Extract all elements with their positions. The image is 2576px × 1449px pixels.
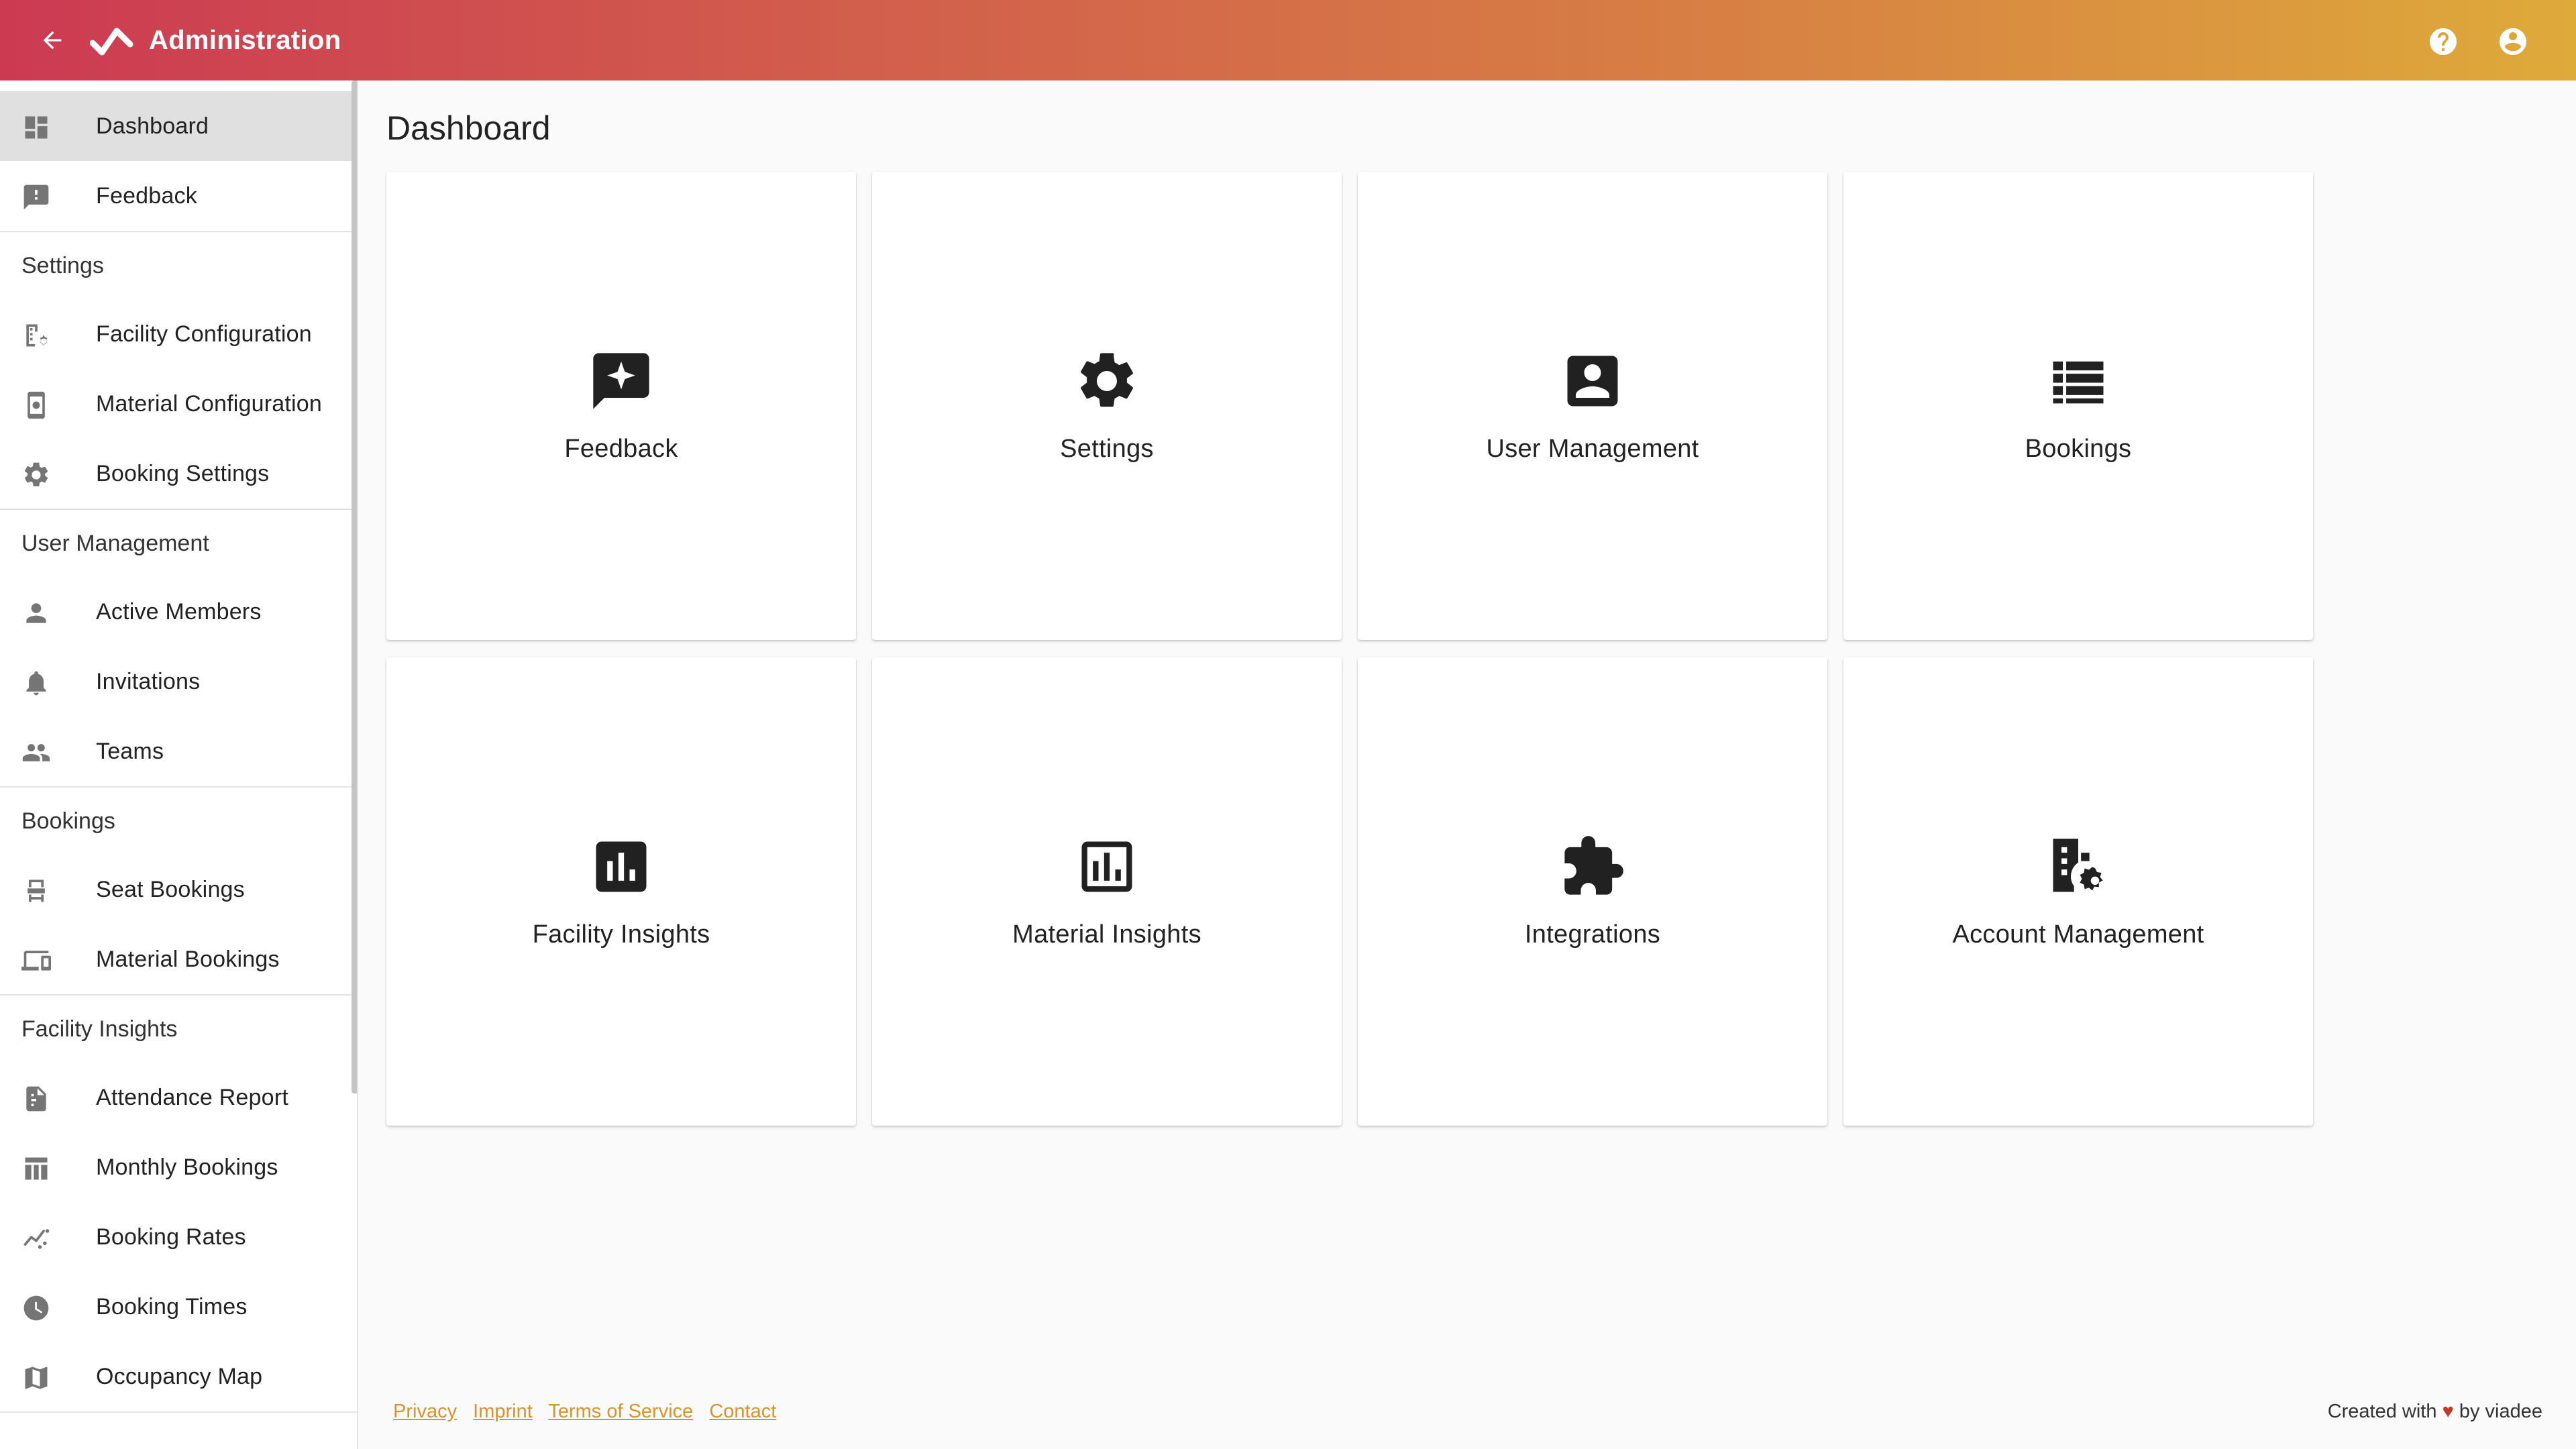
trend-icon (21, 1224, 51, 1253)
devices-icon (21, 946, 51, 975)
people-icon (21, 738, 51, 767)
sidebar-item-label: Material Configuration (96, 390, 323, 417)
card-label: User Management (1486, 435, 1699, 463)
app-logo-icon (90, 28, 133, 56)
building-gear-icon (2045, 833, 2112, 900)
sidebar-item-label: Active Members (96, 598, 262, 625)
sidebar-item-label: Invitations (96, 668, 201, 694)
footer-link-terms[interactable]: Terms of Service (548, 1401, 693, 1422)
credit-prefix: Created with (2327, 1401, 2437, 1422)
footer-credit: Created with ♥ by viadee (2328, 1401, 2542, 1423)
app-title: Administration (149, 25, 341, 55)
page-title: Dashboard (386, 109, 551, 147)
gear-icon (21, 460, 51, 490)
card-label: Account Management (1952, 920, 2204, 949)
map-icon (21, 1363, 51, 1393)
footer-link-contact[interactable]: Contact (709, 1401, 776, 1422)
device-gear-icon (21, 390, 51, 420)
bell-icon (21, 668, 51, 698)
sidebar-item-label: Dashboard (96, 113, 209, 139)
table-icon (21, 1154, 51, 1183)
list-icon (2045, 347, 2112, 415)
footer-link-privacy[interactable]: Privacy (393, 1401, 457, 1422)
sidebar-top-spacer (0, 80, 357, 91)
account-icon[interactable] (2497, 25, 2529, 58)
person-icon (21, 598, 51, 628)
top-app-bar: Administration (0, 0, 2576, 80)
gear-icon (1073, 347, 1140, 415)
building-gear-icon (21, 321, 51, 350)
bar-chart-icon (588, 833, 655, 900)
sidebar-section-bookings: Bookings (0, 786, 357, 855)
card-label: Material Insights (1012, 920, 1201, 949)
footer-link-imprint[interactable]: Imprint (473, 1401, 533, 1422)
sidebar-item-facility-configuration[interactable]: Facility Configuration (0, 299, 356, 369)
sidebar-section-user-management: User Management (0, 508, 357, 577)
back-button[interactable] (35, 23, 70, 58)
sidebar-item-feedback[interactable]: Feedback (0, 161, 356, 231)
main-content: Dashboard Feedback Settings User Managem… (360, 80, 2576, 1449)
sidebar-item-booking-rates[interactable]: Booking Rates (0, 1202, 356, 1272)
bar-chart-outline-icon (1073, 833, 1140, 900)
sidebar-item-seat-bookings[interactable]: Seat Bookings (0, 855, 356, 924)
sidebar-item-label: Teams (96, 738, 164, 764)
report-icon (21, 1084, 51, 1114)
puzzle-icon (1559, 833, 1626, 900)
sidebar-item-monthly-bookings[interactable]: Monthly Bookings (0, 1132, 356, 1202)
sidebar-item-label: Attendance Report (96, 1084, 288, 1110)
sidebar-section-settings: Settings (0, 231, 357, 299)
sidebar-item-label: Booking Rates (96, 1224, 246, 1250)
card-label: Settings (1060, 435, 1154, 463)
sidebar-item-active-members[interactable]: Active Members (0, 577, 356, 647)
account-box-icon (1559, 347, 1626, 415)
card-integrations[interactable]: Integrations (1358, 657, 1827, 1126)
sidebar-scrollbar[interactable] (352, 80, 357, 1093)
sidebar-item-booking-times[interactable]: Booking Times (0, 1272, 356, 1342)
clock-icon (21, 1293, 51, 1323)
heart-icon: ♥ (2442, 1401, 2454, 1422)
sidebar-item-label: Feedback (96, 182, 197, 209)
sidebar-item-label: Booking Settings (96, 460, 270, 486)
sidebar-section-divider (0, 1411, 357, 1449)
dashboard-icon (21, 113, 51, 142)
sidebar-item-teams[interactable]: Teams (0, 716, 356, 786)
sidebar-item-material-configuration[interactable]: Material Configuration (0, 369, 356, 439)
help-icon[interactable] (2427, 25, 2459, 58)
footer-links: Privacy Imprint Terms of Service Contact (393, 1401, 787, 1423)
sidebar-item-label: Seat Bookings (96, 876, 245, 902)
sidebar-item-label: Material Bookings (96, 946, 280, 972)
card-label: Integrations (1524, 920, 1661, 949)
card-facility-insights[interactable]: Facility Insights (386, 657, 856, 1126)
sidebar: Dashboard Feedback Settings Facility Con… (0, 80, 358, 1449)
sidebar-item-attendance-report[interactable]: Attendance Report (0, 1063, 356, 1132)
sidebar-item-dashboard[interactable]: Dashboard (0, 91, 356, 161)
sidebar-item-label: Facility Configuration (96, 321, 312, 347)
card-label: Feedback (564, 435, 678, 463)
sidebar-item-invitations[interactable]: Invitations (0, 647, 356, 716)
card-user-management[interactable]: User Management (1358, 172, 1827, 640)
feedback-icon (21, 182, 51, 212)
sidebar-item-booking-settings[interactable]: Booking Settings (0, 439, 356, 508)
feedback-icon (588, 347, 655, 415)
card-feedback[interactable]: Feedback (386, 172, 856, 640)
card-settings[interactable]: Settings (872, 172, 1342, 640)
credit-suffix: by viadee (2459, 1401, 2542, 1422)
sidebar-section-facility-insights: Facility Insights (0, 994, 357, 1063)
card-material-insights[interactable]: Material Insights (872, 657, 1342, 1126)
sidebar-item-label: Monthly Bookings (96, 1154, 278, 1180)
card-bookings[interactable]: Bookings (1843, 172, 2313, 640)
sidebar-item-label: Booking Times (96, 1293, 248, 1320)
sidebar-item-occupancy-map[interactable]: Occupancy Map (0, 1342, 356, 1411)
card-label: Facility Insights (532, 920, 710, 949)
arrow-left-icon (43, 31, 62, 50)
card-label: Bookings (2025, 435, 2132, 463)
sidebar-item-material-bookings[interactable]: Material Bookings (0, 924, 356, 994)
sidebar-item-label: Occupancy Map (96, 1363, 263, 1389)
seat-icon (21, 876, 51, 906)
card-account-management[interactable]: Account Management (1843, 657, 2313, 1126)
